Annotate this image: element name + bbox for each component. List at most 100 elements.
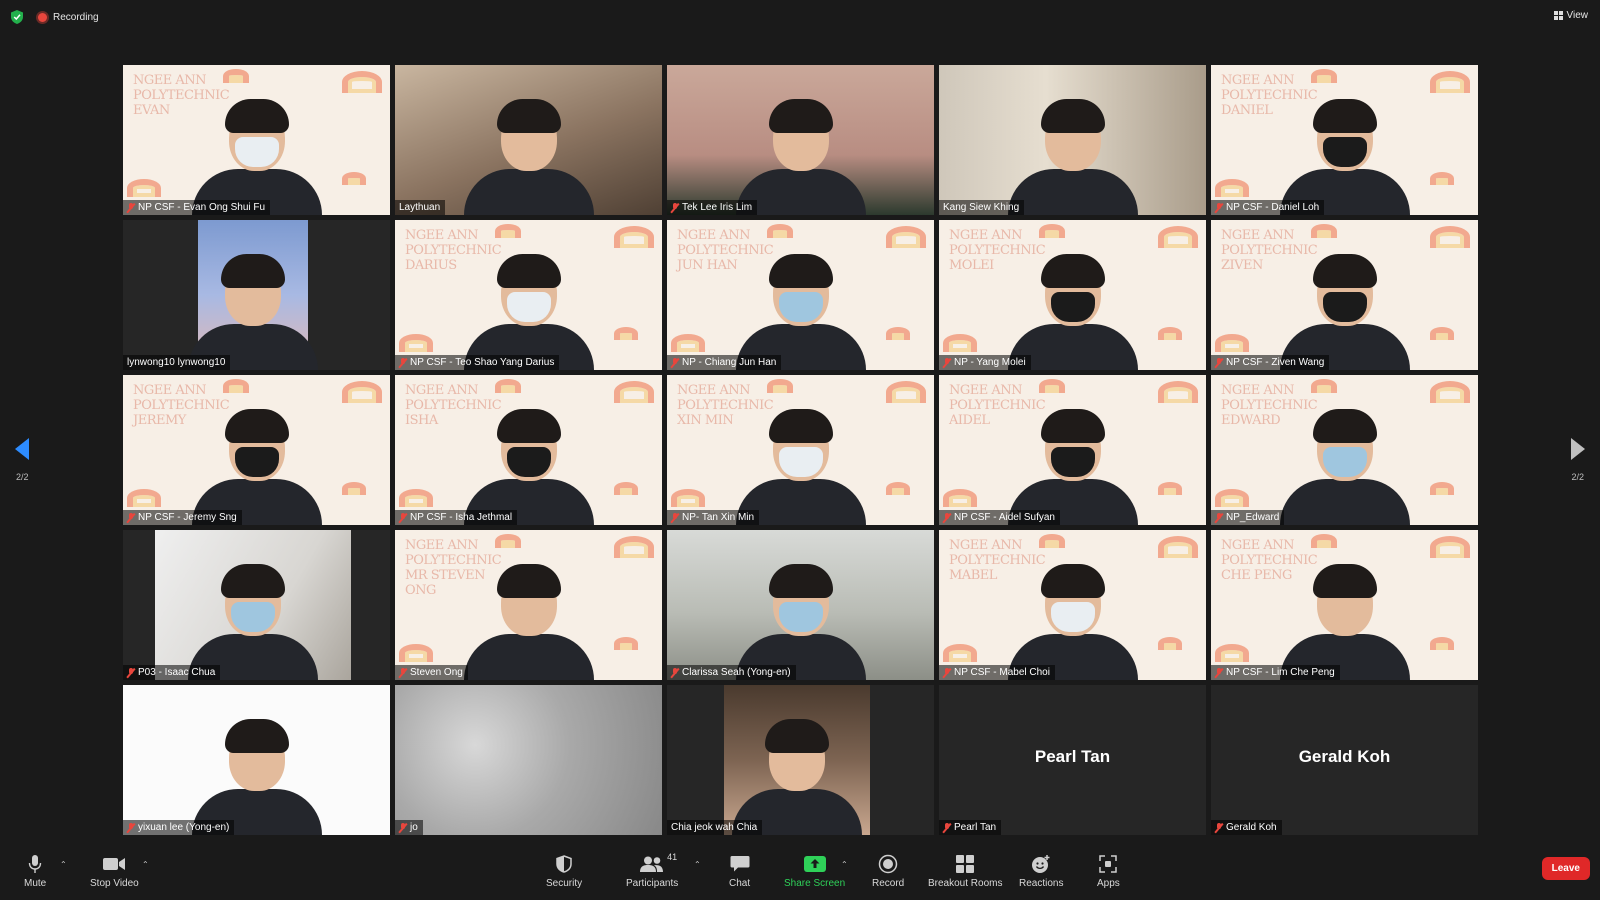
participant-name: NP CSF - Aidel Sufyan — [954, 512, 1055, 523]
security-button[interactable]: Security — [546, 854, 582, 889]
participant-tile[interactable]: NGEE ANN POLYTECHNIC CHE PENG NP CSF - Li… — [1211, 530, 1478, 680]
muted-microphone-icon — [127, 512, 135, 523]
participant-video — [463, 254, 594, 370]
participant-name: Tek Lee Iris Lim — [682, 202, 753, 213]
participant-video — [735, 409, 866, 525]
share-screen-button[interactable]: Share Screen — [784, 854, 845, 889]
participant-name: Pearl Tan — [954, 822, 997, 833]
meeting-top-bar: Recording View — [0, 0, 1600, 34]
participant-name-tag: Chia jeok wah Chia — [667, 820, 763, 835]
stop-video-button[interactable]: Stop Video — [90, 854, 139, 889]
participant-name: NP - Chiang Jun Han — [682, 357, 777, 368]
participant-tile[interactable]: Chia jeok wah Chia — [667, 685, 934, 835]
breakout-rooms-button[interactable]: Breakout Rooms — [928, 854, 1002, 889]
rainbow-decoration — [342, 381, 382, 403]
participant-name: lynwong10 lynwong10 — [127, 357, 226, 368]
participant-name-tag: NP CSF - Lim Che Peng — [1211, 665, 1340, 680]
rainbow-decoration — [1430, 482, 1454, 495]
video-camera-icon — [103, 854, 126, 874]
recording-dot-icon — [38, 12, 47, 22]
participant-tile[interactable]: NGEE ANN POLYTECHNIC DARIUS NP CSF - Teo … — [395, 220, 662, 370]
participant-video — [188, 254, 318, 370]
participant-name: NP CSF - Evan Ong Shui Fu — [138, 202, 266, 213]
rainbow-decoration — [1215, 489, 1249, 507]
share-options-caret-icon[interactable]: ⌃ — [841, 860, 848, 869]
participant-tile[interactable]: NGEE ANN POLYTECHNIC DANIEL NP CSF - Dani… — [1211, 65, 1478, 215]
participant-tile[interactable]: Tek Lee Iris Lim — [667, 65, 934, 215]
security-label: Security — [546, 878, 583, 889]
rainbow-decoration — [886, 381, 926, 403]
participant-tile[interactable]: Pearl Tan Pearl Tan — [939, 685, 1206, 835]
participant-tile[interactable]: NGEE ANN POLYTECHNIC EDWARD NP_Edward — [1211, 375, 1478, 525]
chat-label: Chat — [729, 878, 751, 889]
participant-name: NP_Edward — [1226, 512, 1280, 523]
page-indicator-right: 2/2 — [1571, 472, 1584, 482]
participant-name: NP CSF - Daniel Loh — [1226, 202, 1320, 213]
participant-tile[interactable]: lynwong10 lynwong10 — [123, 220, 390, 370]
video-options-caret-icon[interactable]: ⌃ — [142, 860, 149, 869]
participants-options-caret-icon[interactable]: ⌃ — [694, 860, 701, 869]
participant-tile[interactable]: NGEE ANN POLYTECHNIC ZIVEN NP CSF - Ziven… — [1211, 220, 1478, 370]
participant-tile[interactable]: NGEE ANN POLYTECHNIC ISHA NP CSF - Isha J… — [395, 375, 662, 525]
rainbow-decoration — [943, 644, 977, 662]
rainbow-decoration — [1215, 334, 1249, 352]
audio-options-caret-icon[interactable]: ⌃ — [60, 860, 67, 869]
participant-name-tag: NP CSF - Evan Ong Shui Fu — [123, 200, 271, 215]
participant-center-name: Pearl Tan — [1034, 747, 1111, 766]
participant-tile[interactable]: NGEE ANN POLYTECHNIC XIN MIN NP- Tan Xin … — [667, 375, 934, 525]
reactions-button[interactable]: Reactions — [1019, 854, 1063, 889]
muted-microphone-icon — [399, 822, 407, 833]
participant-name-tag: NP CSF - Teo Shao Yang Darius — [395, 355, 560, 370]
participant-tile[interactable]: NGEE ANN POLYTECHNIC AIDEL NP CSF - Aidel… — [939, 375, 1206, 525]
participant-name: NP CSF - Isha Jethmal — [410, 512, 513, 523]
rainbow-decoration — [1158, 381, 1198, 403]
breakout-rooms-label: Breakout Rooms — [928, 878, 1003, 889]
leave-button[interactable]: Leave — [1541, 857, 1590, 880]
mute-button[interactable]: Mute — [24, 854, 46, 889]
participant-video — [1007, 254, 1138, 370]
rainbow-decoration — [127, 489, 161, 507]
previous-page-arrow-icon[interactable] — [15, 438, 29, 460]
rainbow-decoration — [1158, 226, 1198, 248]
participant-tile[interactable]: Clarissa Seah (Yong-en) — [667, 530, 934, 680]
muted-microphone-icon — [671, 357, 679, 368]
participant-tile[interactable]: Kang Siew Khing — [939, 65, 1206, 215]
participant-tile[interactable]: NGEE ANN POLYTECHNIC MABEL NP CSF - Mabel… — [939, 530, 1206, 680]
recording-indicator[interactable]: Recording — [38, 12, 99, 23]
rainbow-decoration — [1430, 71, 1470, 93]
rainbow-decoration — [1430, 536, 1470, 558]
participant-tile[interactable]: NGEE ANN POLYTECHNIC EVAN NP CSF - Evan O… — [123, 65, 390, 215]
muted-microphone-icon — [671, 667, 679, 678]
page-indicator-left: 2/2 — [16, 472, 29, 482]
muted-microphone-icon — [943, 667, 951, 678]
chat-button[interactable]: Chat — [729, 854, 750, 889]
participant-name: NP- Tan Xin Min — [682, 512, 755, 523]
participant-tile[interactable]: yixuan lee (Yong-en) — [123, 685, 390, 835]
record-button[interactable]: Record — [872, 854, 904, 889]
reactions-smiley-icon — [1031, 854, 1051, 874]
apps-button[interactable]: Apps — [1097, 854, 1120, 889]
participant-tile[interactable]: Laythuan — [395, 65, 662, 215]
participant-tile[interactable]: NGEE ANN POLYTECHNIC JEREMY NP CSF - Jere… — [123, 375, 390, 525]
view-button[interactable]: View — [1553, 10, 1588, 21]
next-page-arrow-icon[interactable] — [1571, 438, 1585, 460]
participant-name-tag: yixuan lee (Yong-en) — [123, 820, 235, 835]
rainbow-decoration — [127, 179, 161, 197]
security-shield-icon[interactable] — [10, 10, 24, 24]
muted-microphone-icon — [943, 357, 951, 368]
apps-label: Apps — [1097, 878, 1120, 889]
participant-tile[interactable]: NGEE ANN POLYTECHNIC MOLEI NP - Yang Mole… — [939, 220, 1206, 370]
participant-name-tag: Steven Ong — [395, 665, 468, 680]
participant-video — [191, 409, 322, 525]
muted-microphone-icon — [1215, 822, 1223, 833]
participant-tile[interactable]: jo — [395, 685, 662, 835]
participant-tile[interactable]: NGEE ANN POLYTECHNIC JUN HAN NP - Chiang … — [667, 220, 934, 370]
participant-tile[interactable]: NGEE ANN POLYTECHNIC MR STEVEN ONG Steven… — [395, 530, 662, 680]
participant-tile[interactable]: P03 - Isaac Chua — [123, 530, 390, 680]
participant-name-tag: Gerald Koh — [1211, 820, 1282, 835]
participant-tile[interactable]: Gerald Koh Gerald Koh — [1211, 685, 1478, 835]
rainbow-decoration — [399, 489, 433, 507]
muted-microphone-icon — [1215, 202, 1223, 213]
participant-name-tag: NP CSF - Mabel Choi — [939, 665, 1055, 680]
participants-button[interactable]: 41 Participants — [626, 852, 678, 889]
